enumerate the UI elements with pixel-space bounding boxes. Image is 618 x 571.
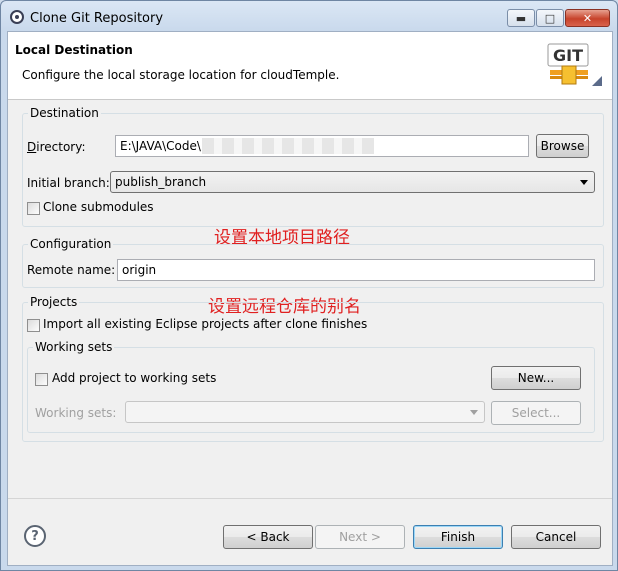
wizard-content: Destination Directory: E:\JAVA\Code\ Bro… (8, 101, 612, 486)
clone-submodules-checkbox[interactable] (27, 202, 40, 215)
maximize-icon: □ (544, 11, 556, 25)
dialog-client-area: Local Destination Configure the local st… (7, 31, 613, 566)
close-icon: ✕ (582, 11, 593, 25)
initial-branch-value: publish_branch (115, 175, 207, 189)
browse-button[interactable]: Browse (536, 134, 589, 158)
working-sets-group-label: Working sets (33, 340, 115, 354)
next-button[interactable]: Next > (315, 525, 405, 549)
help-icon: ? (31, 528, 39, 544)
back-button[interactable]: < Back (223, 525, 313, 549)
initial-branch-label: Initial branch: (27, 176, 110, 190)
select-working-sets-label: Select... (511, 406, 561, 420)
browse-label: Browse (540, 139, 585, 153)
git-logo-icon: GIT (547, 43, 602, 86)
clone-git-dialog: Clone Git Repository ▬ □ ✕ Local Destina… (0, 0, 618, 571)
help-button[interactable]: ? (24, 525, 46, 547)
working-sets-group: Working sets Add project to working sets… (27, 340, 595, 433)
projects-group: Projects Import all existing Eclipse pro… (22, 295, 604, 442)
finish-button[interactable]: Finish (413, 525, 503, 549)
minimize-button[interactable]: ▬ (507, 9, 535, 27)
window-controls: ▬ □ ✕ (506, 9, 610, 27)
select-working-sets-button[interactable]: Select... (491, 401, 581, 425)
working-sets-label: Working sets: (35, 406, 117, 420)
remote-name-label: Remote name: (27, 263, 116, 277)
cancel-button[interactable]: Cancel (511, 525, 601, 549)
page-description: Configure the local storage location for… (22, 68, 340, 82)
add-to-working-sets-checkbox[interactable] (35, 373, 48, 386)
cancel-label: Cancel (535, 530, 577, 544)
working-sets-select[interactable] (125, 401, 485, 423)
git-logo-text: GIT (553, 46, 583, 65)
configuration-group: Configuration Remote name: origin (22, 237, 604, 288)
finish-label: Finish (440, 530, 476, 544)
new-working-set-button[interactable]: New... (491, 366, 581, 390)
minimize-icon: ▬ (515, 11, 527, 25)
page-title: Local Destination (15, 43, 133, 57)
window-title: Clone Git Repository (30, 11, 164, 26)
wizard-banner: Local Destination Configure the local st… (8, 32, 612, 100)
footer-separator (8, 498, 612, 499)
back-label: < Back (246, 530, 290, 544)
close-button[interactable]: ✕ (565, 9, 610, 27)
add-to-working-sets-label[interactable]: Add project to working sets (52, 371, 216, 385)
redacted-path (202, 138, 374, 154)
directory-value: E:\JAVA\Code\ (120, 139, 201, 153)
chevron-down-icon (470, 410, 478, 415)
remote-name-value: origin (122, 263, 157, 277)
maximize-button[interactable]: □ (536, 9, 564, 27)
directory-label: Directory: (27, 140, 86, 154)
directory-input[interactable]: E:\JAVA\Code\ (115, 135, 529, 157)
clone-submodules-label[interactable]: Clone submodules (43, 200, 154, 214)
next-label: Next > (339, 530, 381, 544)
destination-group: Destination Directory: E:\JAVA\Code\ Bro… (22, 106, 604, 227)
title-bar[interactable]: Clone Git Repository ▬ □ ✕ (1, 1, 617, 31)
projects-group-label: Projects (28, 295, 80, 309)
new-working-set-label: New... (517, 371, 555, 385)
configuration-group-label: Configuration (28, 237, 114, 251)
import-projects-checkbox[interactable] (27, 319, 40, 332)
initial-branch-select[interactable]: publish_branch (110, 171, 595, 193)
eclipse-icon (10, 10, 24, 24)
directory-label-rest: irectory: (36, 140, 86, 154)
chevron-down-icon (580, 180, 588, 185)
remote-name-input[interactable]: origin (117, 259, 595, 281)
destination-group-label: Destination (28, 106, 101, 120)
import-projects-label[interactable]: Import all existing Eclipse projects aft… (43, 317, 367, 331)
